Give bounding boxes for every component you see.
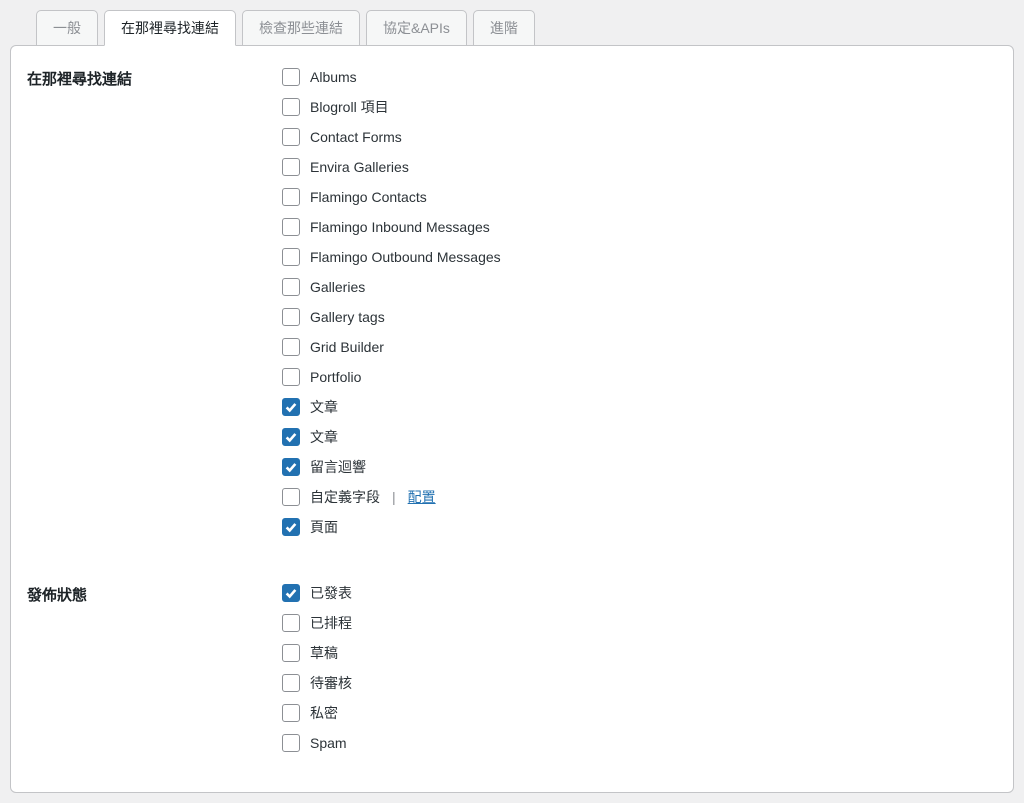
- tab-advanced[interactable]: 進階: [473, 10, 535, 46]
- separator: |: [392, 490, 396, 504]
- option-label: Albums: [310, 70, 357, 84]
- checkbox[interactable]: [282, 704, 300, 722]
- checkbox[interactable]: [282, 518, 300, 536]
- checkbox[interactable]: [282, 338, 300, 356]
- list-item: Flamingo Outbound Messages: [282, 248, 501, 266]
- list-item: Spam: [282, 734, 352, 752]
- list-item: Flamingo Inbound Messages: [282, 218, 501, 236]
- list-item: 已發表: [282, 584, 352, 602]
- tab-protocols-apis[interactable]: 協定&APIs: [366, 10, 467, 46]
- checkbox[interactable]: [282, 398, 300, 416]
- option-label: Contact Forms: [310, 130, 402, 144]
- option-label: Portfolio: [310, 370, 361, 384]
- configure-link[interactable]: 配置: [408, 490, 436, 504]
- option-label: 已發表: [310, 586, 352, 600]
- list-item: Albums: [282, 68, 501, 86]
- tab-check-links[interactable]: 檢查那些連結: [242, 10, 360, 46]
- list-item: Galleries: [282, 278, 501, 296]
- tab-general[interactable]: 一般: [36, 10, 98, 46]
- option-label: Flamingo Inbound Messages: [310, 220, 490, 234]
- list-item: Grid Builder: [282, 338, 501, 356]
- checkbox[interactable]: [282, 614, 300, 632]
- list-item: Contact Forms: [282, 128, 501, 146]
- list-item: Flamingo Contacts: [282, 188, 501, 206]
- checkbox[interactable]: [282, 248, 300, 266]
- option-label: Envira Galleries: [310, 160, 409, 174]
- option-label: Flamingo Outbound Messages: [310, 250, 501, 264]
- checkbox[interactable]: [282, 428, 300, 446]
- section-where-to-find-links: 在那裡尋找連結 Albums Blogroll 項目 Contact Forms En…: [27, 68, 997, 536]
- tab-bar: 一般 在那裡尋找連結 檢查那些連結 協定&APIs 進階: [10, 10, 1014, 46]
- checkbox[interactable]: [282, 218, 300, 236]
- option-label: Gallery tags: [310, 310, 385, 324]
- checkbox[interactable]: [282, 308, 300, 326]
- options-list: Albums Blogroll 項目 Contact Forms Envira Gal…: [282, 68, 501, 536]
- checkbox[interactable]: [282, 188, 300, 206]
- checkbox[interactable]: [282, 488, 300, 506]
- option-label: Grid Builder: [310, 340, 384, 354]
- list-item: 留言迴響: [282, 458, 501, 476]
- checkbox[interactable]: [282, 98, 300, 116]
- section-title: 發佈狀態: [27, 584, 282, 605]
- checkbox[interactable]: [282, 584, 300, 602]
- option-label: 草稿: [310, 646, 338, 660]
- section-title: 在那裡尋找連結: [27, 68, 282, 89]
- option-label: Spam: [310, 736, 347, 750]
- list-item: 私密: [282, 704, 352, 722]
- checkbox[interactable]: [282, 644, 300, 662]
- checkbox[interactable]: [282, 674, 300, 692]
- list-item: Portfolio: [282, 368, 501, 386]
- list-item: 文章: [282, 428, 501, 446]
- section-publish-status: 發佈狀態 已發表已排程草稿待審核私密 Spam: [27, 584, 997, 752]
- list-item: Envira Galleries: [282, 158, 501, 176]
- options-list: 已發表已排程草稿待審核私密 Spam: [282, 584, 352, 752]
- option-label: 頁面: [310, 520, 338, 534]
- list-item: 自定義字段 | 配置: [282, 488, 501, 506]
- tab-where-to-find-links[interactable]: 在那裡尋找連結: [104, 10, 236, 46]
- settings-panel: 在那裡尋找連結 Albums Blogroll 項目 Contact Forms En…: [10, 45, 1014, 793]
- option-label: 已排程: [310, 616, 352, 630]
- option-label: 待審核: [310, 676, 352, 690]
- list-item: 草稿: [282, 644, 352, 662]
- option-label: 自定義字段: [310, 490, 380, 504]
- option-label: 留言迴響: [310, 460, 366, 474]
- list-item: Gallery tags: [282, 308, 501, 326]
- checkbox[interactable]: [282, 368, 300, 386]
- checkbox[interactable]: [282, 734, 300, 752]
- option-label: 私密: [310, 706, 338, 720]
- option-label: Galleries: [310, 280, 365, 294]
- checkbox[interactable]: [282, 158, 300, 176]
- list-item: 待審核: [282, 674, 352, 692]
- checkbox[interactable]: [282, 278, 300, 296]
- checkbox[interactable]: [282, 458, 300, 476]
- list-item: 文章: [282, 398, 501, 416]
- option-label: Flamingo Contacts: [310, 190, 427, 204]
- list-item: Blogroll 項目: [282, 98, 501, 116]
- checkbox[interactable]: [282, 68, 300, 86]
- option-label: Blogroll 項目: [310, 100, 389, 114]
- option-label: 文章: [310, 400, 338, 414]
- checkbox[interactable]: [282, 128, 300, 146]
- list-item: 頁面: [282, 518, 501, 536]
- option-label: 文章: [310, 430, 338, 444]
- list-item: 已排程: [282, 614, 352, 632]
